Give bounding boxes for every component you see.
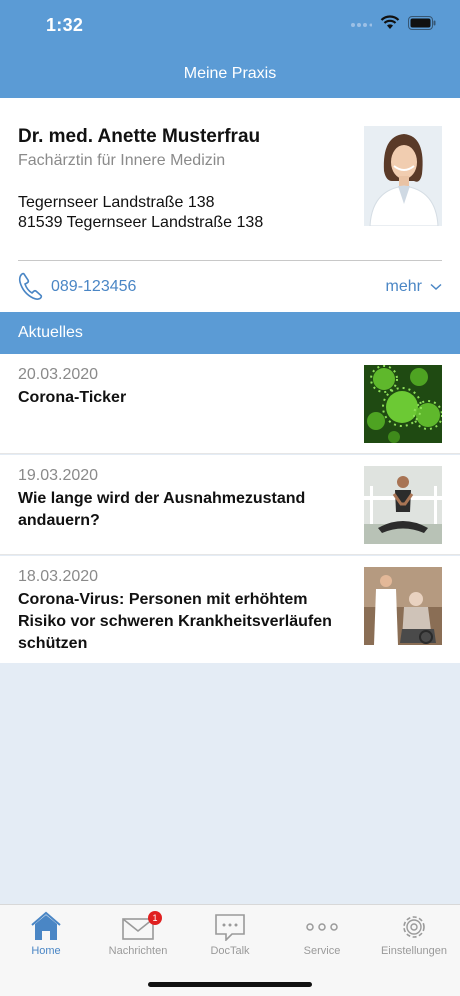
doctor-patient-image <box>364 567 442 645</box>
phone-number-link[interactable]: 089-123456 <box>51 278 136 296</box>
more-label: mehr <box>385 278 422 295</box>
news-date: 19.03.2020 <box>18 467 99 484</box>
status-time: 1:32 <box>46 15 84 35</box>
chat-icon <box>215 914 245 941</box>
news-date: 18.03.2020 <box>18 568 99 585</box>
dots-icon <box>306 923 338 931</box>
home-indicator <box>148 982 312 987</box>
doctor-name: Dr. med. Anette Musterfrau <box>18 126 261 147</box>
tab-label: Home <box>31 945 61 957</box>
news-item[interactable]: 18.03.2020 Corona-Virus: Personen mit er… <box>0 556 460 663</box>
news-title: Wie lange wird der Ausnahmezustand andau… <box>18 490 306 529</box>
tab-service[interactable]: Service <box>276 911 368 957</box>
cellular-signal-icon <box>351 22 372 27</box>
doctor-address-line1: Tegernseer Landstraße 138 <box>18 194 215 211</box>
tab-label: Service <box>303 945 341 957</box>
status-icons <box>350 15 436 30</box>
news-item[interactable]: 19.03.2020 Wie lange wird der Ausnahmezu… <box>0 455 460 555</box>
doctor-photo <box>364 126 442 226</box>
page-title: Meine Praxis <box>183 65 277 82</box>
more-button[interactable]: mehr <box>386 278 442 296</box>
tab-nachrichten[interactable]: 1 Nachrichten <box>92 911 184 957</box>
gear-icon <box>403 916 425 938</box>
wifi-icon <box>380 15 400 29</box>
news-item[interactable]: 20.03.2020 Corona-Ticker <box>0 354 460 454</box>
news-date: 20.03.2020 <box>18 366 99 383</box>
news-title: Corona-Virus: Personen mit erhöhtem Risi… <box>18 591 332 652</box>
tab-home[interactable]: Home <box>0 911 92 957</box>
news-section-header: Aktuelles <box>0 312 460 354</box>
virus-image <box>364 365 442 443</box>
tab-einstellungen[interactable]: Einstellungen <box>368 911 460 957</box>
mail-icon <box>122 918 154 940</box>
battery-icon <box>408 15 436 30</box>
news-title: Corona-Ticker <box>18 389 127 406</box>
tab-doctalk[interactable]: DocTalk <box>184 911 276 957</box>
phone-icon[interactable] <box>18 272 44 300</box>
news-section-title: Aktuelles <box>18 324 83 341</box>
chevron-down-icon <box>430 283 442 291</box>
yoga-image <box>364 466 442 544</box>
tab-label: Einstellungen <box>380 945 448 957</box>
app-header: 1:32 Meine Praxis <box>0 0 460 98</box>
card-divider <box>18 260 442 261</box>
phone-row[interactable]: 089-123456 mehr <box>18 272 442 302</box>
tab-label: Nachrichten <box>108 945 168 957</box>
row-separator <box>0 453 460 454</box>
tab-label: DocTalk <box>210 945 250 957</box>
row-separator <box>0 554 460 555</box>
unread-badge: 1 <box>148 911 162 925</box>
home-icon <box>31 911 61 940</box>
doctor-address-line2: 81539 Tegernseer Landstraße 138 <box>18 214 264 231</box>
doctor-specialty: Fachärztin für Innere Medizin <box>18 152 226 169</box>
